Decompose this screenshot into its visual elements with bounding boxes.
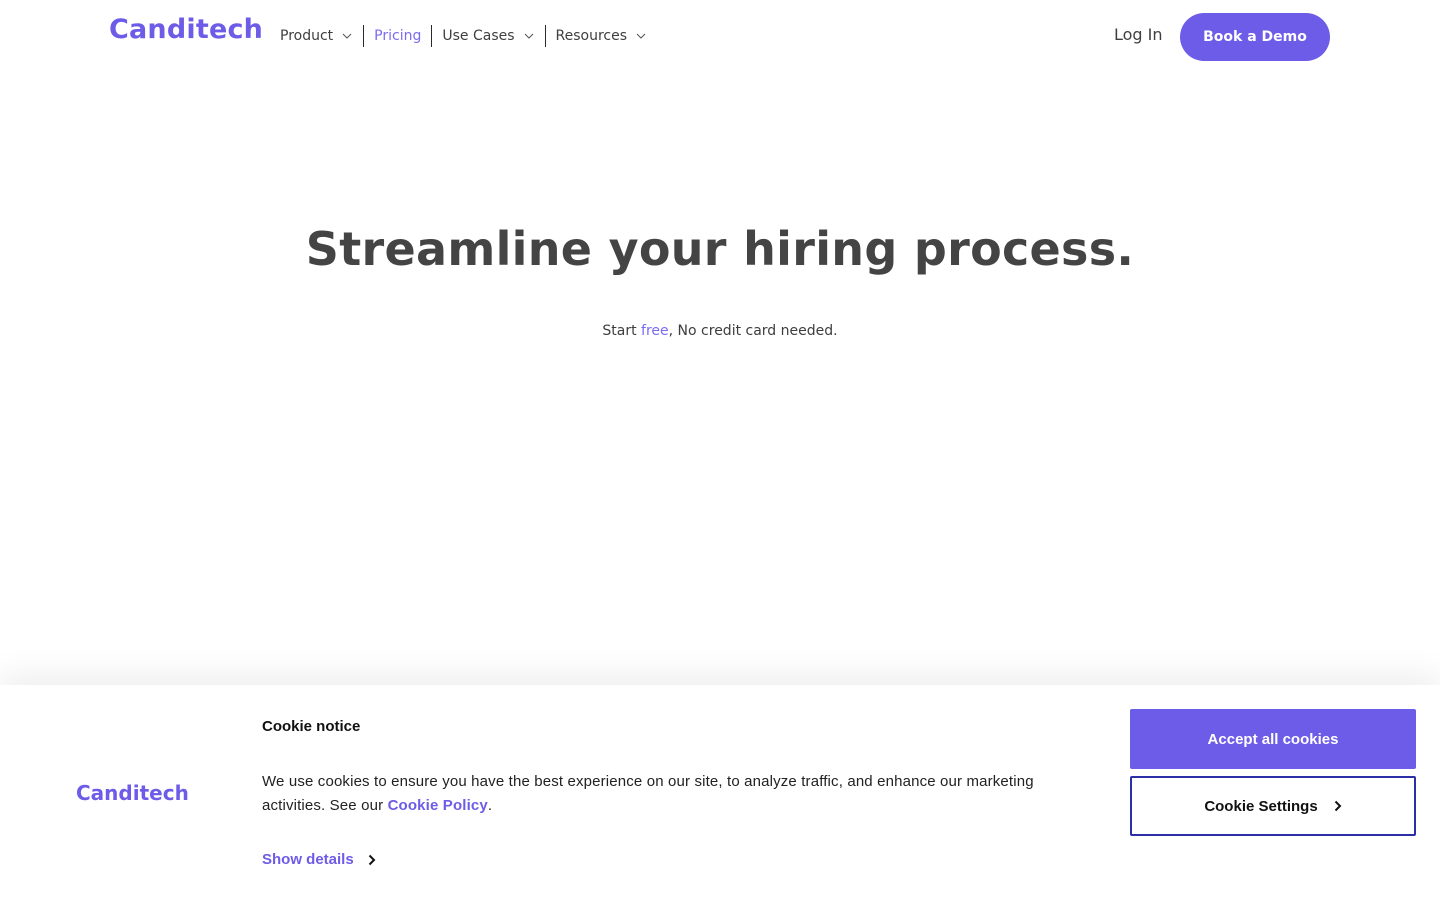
hero-sub-free: free — [641, 323, 669, 339]
chevron-right-icon — [368, 854, 376, 866]
hero-subtitle: Start free, No credit card needed. — [0, 323, 1440, 339]
book-demo-button[interactable]: Book a Demo — [1180, 13, 1330, 61]
cookie-settings-label: Cookie Settings — [1204, 797, 1318, 815]
site-header: Canditech Product Pricing Use Cases Reso… — [0, 0, 1440, 74]
cookie-settings-button[interactable]: Cookie Settings — [1130, 776, 1416, 836]
hero-sub-prefix: Start — [602, 323, 642, 339]
main-nav: Product Pricing Use Cases Resources — [270, 24, 657, 48]
nav-item-label: Pricing — [374, 28, 422, 44]
logo[interactable]: Canditech — [109, 14, 263, 45]
cookie-text-body: We use cookies to ensure you have the be… — [262, 773, 1034, 814]
nav-item-use-cases[interactable]: Use Cases — [432, 24, 544, 48]
show-details-button[interactable]: Show details — [262, 851, 376, 868]
chevron-down-icon — [523, 30, 535, 42]
nav-item-pricing[interactable]: Pricing — [364, 24, 431, 48]
hero-title: Streamline your hiring process. — [305, 222, 1135, 276]
nav-item-product[interactable]: Product — [270, 24, 363, 48]
cookie-policy-link[interactable]: Cookie Policy — [388, 797, 488, 814]
nav-item-resources[interactable]: Resources — [546, 24, 658, 48]
accept-all-cookies-button[interactable]: Accept all cookies — [1130, 709, 1416, 769]
cookie-banner-logo: Canditech — [76, 781, 189, 805]
cookie-notice-title: Cookie notice — [262, 718, 361, 735]
chevron-down-icon — [341, 30, 353, 42]
login-link[interactable]: Log In — [1114, 25, 1163, 44]
nav-item-label: Resources — [555, 28, 628, 44]
nav-item-label: Product — [280, 28, 334, 44]
cookie-text-end: . — [487, 797, 493, 814]
chevron-right-icon — [1334, 800, 1342, 812]
hero-sub-suffix: , No credit card needed. — [668, 323, 838, 339]
show-details-label: Show details — [262, 851, 354, 868]
cookie-banner: Canditech Cookie notice We use cookies t… — [0, 685, 1440, 900]
nav-item-label: Use Cases — [442, 28, 515, 44]
cookie-notice-text: We use cookies to ensure you have the be… — [262, 770, 1092, 818]
chevron-down-icon — [635, 30, 647, 42]
